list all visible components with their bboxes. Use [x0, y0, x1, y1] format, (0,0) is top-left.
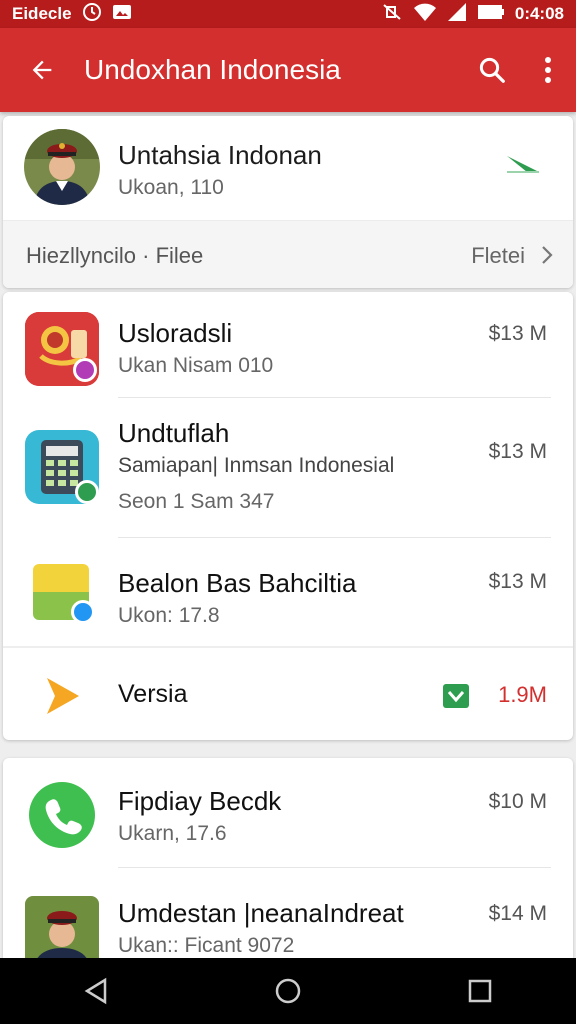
list-item[interactable]: Bealon Bas Bahciltia Ukon: 17.8 $13 M [3, 538, 573, 648]
app-size: 1.9M [498, 682, 547, 707]
carrier-label: Eidecle [12, 4, 72, 23]
app-list-card-2: Fipdiay Becdk Ukarn, 17.6 $10 M Umdestan… [3, 758, 573, 958]
section-link[interactable]: Fletei [471, 243, 525, 269]
arrow-back-icon [32, 60, 52, 80]
app-title: Undtuflah [118, 418, 230, 448]
app-size: $13 M [488, 570, 547, 593]
app-title: Bealon Bas Bahciltia [118, 568, 357, 598]
circle-home-icon [275, 978, 301, 1004]
search-button[interactable] [464, 28, 520, 112]
list-item[interactable]: Versia 1.9M [3, 648, 573, 740]
photo-notification-icon [112, 3, 132, 26]
list-item[interactable]: Umdestan |neanaIndreat Ukan:: Ficant 907… [3, 868, 573, 958]
verified-badge-icon [71, 600, 95, 624]
app-detail: Seon 1 Sam 347 [118, 490, 275, 513]
app-subtitle: Ukan Nisam 010 [118, 354, 274, 377]
chevron-right-icon [541, 245, 553, 270]
profile-subtitle: Ukoan, 110 [118, 176, 224, 199]
signal-icon [447, 2, 467, 27]
app-title: Usloradsli [118, 318, 233, 348]
section-header[interactable]: Hiezllyncilo · Filee Fletei [3, 220, 573, 288]
app-size: $10 M [488, 790, 547, 813]
list-item[interactable]: Fipdiay Becdk Ukarn, 17.6 $10 M [3, 758, 573, 868]
profile-name: Untahsia Indonan [118, 140, 322, 170]
app-title: Versia [118, 680, 188, 708]
app-title: Fipdiay Becdk [118, 786, 282, 816]
sync-badge-icon [75, 480, 99, 504]
profile-card: Untahsia Indonan Ukoan, 110 Hiezllyncilo… [3, 116, 573, 288]
search-icon [479, 57, 505, 83]
app-subtitle: Samiapan| Inmsan Indonesial [118, 454, 395, 477]
profile-row[interactable]: Untahsia Indonan Ukoan, 110 [3, 116, 573, 220]
nav-recents-button[interactable] [440, 961, 520, 1021]
list-item[interactable]: Usloradsli Ukan Nisam 010 $13 M [3, 292, 573, 398]
wifi-icon [413, 2, 437, 27]
app-bar: Undoхhan Indonesia [0, 28, 576, 112]
triangle-back-icon [84, 977, 107, 1005]
app-size: $13 M [488, 440, 547, 463]
nav-back-button[interactable] [56, 961, 136, 1021]
app-size: $13 M [488, 322, 547, 345]
section-label: Hiezllyncilo · Filee [26, 243, 204, 268]
app-subtitle: Ukarn, 17.6 [118, 822, 227, 845]
overflow-menu-button[interactable] [520, 28, 576, 112]
app-avatar [25, 896, 99, 958]
navigation-bar [0, 958, 576, 1024]
app-size: $14 M [488, 902, 547, 925]
clock-label: 0:4:08 [514, 4, 564, 23]
avatar [24, 129, 100, 205]
app-list-card: Usloradsli Ukan Nisam 010 $13 M Undtufla… [3, 292, 573, 740]
battery-icon [477, 3, 505, 26]
square-recents-icon [468, 979, 492, 1003]
vibrate-icon [381, 2, 403, 27]
badge-icon [73, 358, 97, 382]
app-subtitle: Ukan:: Ficant 9072 [118, 934, 295, 957]
update-badge-icon [443, 684, 469, 708]
play-arrow-icon [43, 676, 83, 721]
app-title: Umdestan |neanaIndreat [118, 898, 404, 928]
app-subtitle: Ukon: 17.8 [118, 604, 220, 627]
back-button[interactable] [0, 28, 84, 112]
nav-home-button[interactable] [248, 961, 328, 1021]
alarm-icon [82, 2, 102, 27]
list-item[interactable]: Undtuflah Samiapan| Inmsan Indonesial Se… [3, 398, 573, 538]
page-title: Undoхhan Indonesia [84, 54, 341, 85]
check-mark-icon [503, 150, 543, 181]
more-vert-icon [545, 57, 551, 83]
phone-app-icon [29, 782, 95, 848]
status-bar: Eidecle 0:4:08 [0, 0, 576, 28]
